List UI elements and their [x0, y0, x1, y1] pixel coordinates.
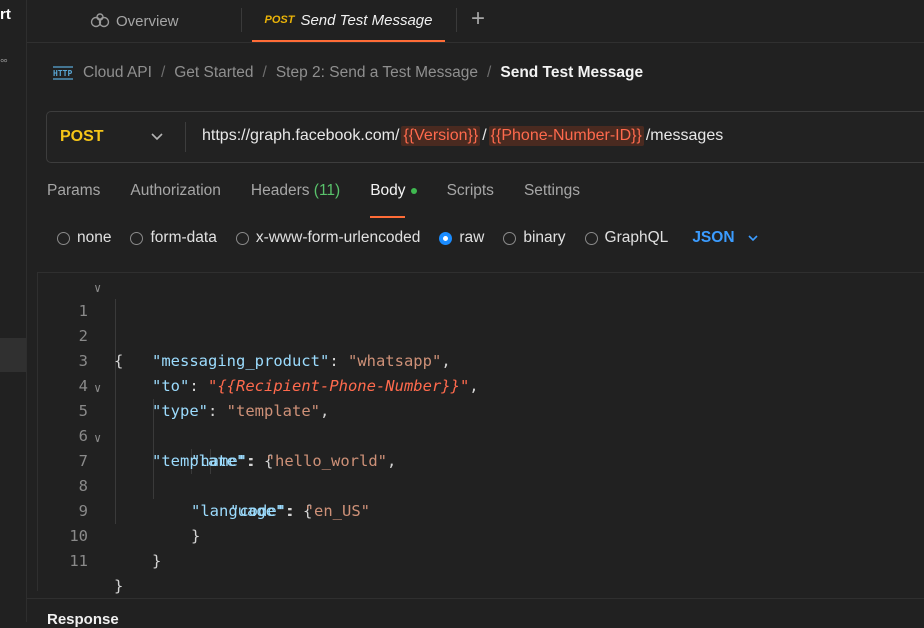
url-variable-phone-number-id[interactable]: {{Phone-Number-ID}} — [488, 126, 644, 146]
tab-headers-label: Headers — [250, 182, 310, 199]
code-line: 7 ∨ "language": { — [38, 424, 924, 520]
fold-chevron-icon[interactable]: ∨ — [94, 276, 101, 301]
tab-overview[interactable]: Overview — [90, 0, 179, 42]
code-line: 3 "to": "{{Recipient-Phone-Number}}", — [38, 324, 924, 395]
sidebar-selected-item[interactable] — [0, 338, 26, 372]
breadcrumb-separator: / — [487, 64, 492, 81]
chevron-down-icon — [151, 133, 163, 141]
code-line: 10 } — [38, 499, 924, 570]
sidebar-title-fragment: rt — [0, 6, 11, 23]
code-line: 4 "type": "template", — [38, 349, 924, 420]
breadcrumb-cloud-api[interactable]: Cloud API — [83, 64, 152, 82]
breadcrumb-separator: / — [160, 64, 166, 81]
url-divider — [185, 122, 186, 152]
tab-overview-label: Overview — [116, 12, 179, 30]
body-type-none-label: none — [77, 229, 112, 246]
left-sidebar: rt °° — [0, 0, 27, 622]
tab-divider — [456, 8, 457, 32]
tab-params[interactable]: Params — [47, 182, 100, 208]
fold-chevron-icon[interactable]: ∨ — [94, 426, 101, 451]
request-tabs: Params Authorization Headers (11) Body S… — [47, 182, 610, 218]
url-suffix: /messages — [645, 127, 724, 144]
language-label: JSON — [692, 229, 735, 246]
method-select[interactable]: POST — [47, 112, 185, 162]
radio-none[interactable] — [57, 231, 70, 245]
headers-count: (11) — [313, 182, 341, 199]
body-type-binary[interactable]: binary — [503, 229, 566, 247]
code-line: 8 "code": "en_US" — [38, 449, 924, 520]
svg-text:HTTP: HTTP — [53, 69, 72, 78]
code-line: 6 "name": "hello_world", — [38, 399, 924, 470]
body-type-raw[interactable]: raw — [439, 229, 484, 247]
tab-title: Send Test Message — [300, 11, 433, 29]
code-line: 1 ∨ { — [38, 274, 924, 370]
code-line: 5 ∨ "template": { — [38, 374, 924, 470]
more-options-icon[interactable]: °° — [0, 58, 8, 70]
code-line: 9 } — [38, 474, 924, 545]
tab-divider — [241, 8, 242, 32]
code-text: } — [152, 552, 162, 570]
radio-raw[interactable] — [439, 231, 453, 245]
breadcrumb-step-2[interactable]: Step 2: Send a Test Message — [276, 64, 478, 82]
body-type-urlencoded[interactable]: x-www-form-urlencoded — [235, 229, 421, 247]
add-tab-button[interactable]: + — [471, 4, 485, 34]
tab-scripts[interactable]: Scripts — [447, 182, 494, 208]
url-variable-version[interactable]: {{Version}} — [401, 126, 481, 146]
body-type-options: none form-data x-www-form-urlencoded raw… — [57, 227, 759, 249]
body-type-raw-label: raw — [459, 229, 485, 246]
request-url-bar: POST https://graph.facebook.com/ {{Versi… — [46, 111, 924, 163]
url-slash: / — [482, 127, 487, 144]
body-type-graphql-label: GraphQL — [604, 229, 669, 246]
breadcrumb: HTTP Cloud API / Get Started / Step 2: S… — [52, 60, 643, 86]
tab-send-test-message[interactable]: POST Send Test Message — [252, 0, 445, 42]
tab-bar: Overview POST Send Test Message + — [27, 0, 924, 43]
tab-body[interactable]: Body — [370, 182, 417, 218]
tab-method-badge: POST — [264, 14, 295, 26]
body-indicator-dot — [410, 187, 417, 194]
body-type-none[interactable]: none — [57, 229, 111, 247]
fold-chevron-icon[interactable]: ∨ — [94, 376, 101, 401]
radio-urlencoded[interactable] — [235, 231, 249, 245]
line-number: 11 — [69, 552, 88, 570]
tab-settings[interactable]: Settings — [524, 182, 580, 208]
url-prefix: https://graph.facebook.com/ — [202, 127, 400, 144]
code-text: } — [114, 577, 124, 595]
breadcrumb-current[interactable]: Send Test Message — [500, 64, 643, 82]
code-line: 2 "messaging_product": "whatsapp", — [38, 299, 924, 370]
radio-form-data[interactable] — [130, 231, 144, 245]
http-icon: HTTP — [53, 66, 73, 80]
body-type-urlencoded-label: x-www-form-urlencoded — [255, 229, 421, 246]
radio-binary[interactable] — [503, 231, 517, 245]
response-heading: Response — [47, 611, 119, 628]
body-type-form-data-label: form-data — [150, 229, 217, 246]
method-label: POST — [60, 128, 104, 145]
breadcrumb-get-started[interactable]: Get Started — [174, 64, 253, 82]
body-type-binary-label: binary — [523, 229, 566, 246]
url-input[interactable]: https://graph.facebook.com/ {{Version}} … — [202, 126, 723, 146]
tab-headers[interactable]: Headers (11) — [251, 182, 340, 208]
language-select[interactable]: JSON — [692, 229, 758, 247]
response-divider — [27, 598, 924, 599]
code-editor[interactable]: 1 ∨ { 2 "messaging_product": "whatsapp",… — [37, 272, 924, 595]
body-type-graphql[interactable]: GraphQL — [584, 229, 669, 247]
chevron-down-icon — [747, 235, 758, 242]
radio-graphql[interactable] — [584, 231, 598, 245]
overview-icon — [90, 13, 110, 28]
code-line: 11 } — [38, 524, 924, 595]
tab-body-label: Body — [370, 182, 406, 199]
body-type-form-data[interactable]: form-data — [130, 229, 217, 247]
tab-authorization[interactable]: Authorization — [130, 182, 220, 208]
breadcrumb-separator: / — [262, 64, 267, 81]
